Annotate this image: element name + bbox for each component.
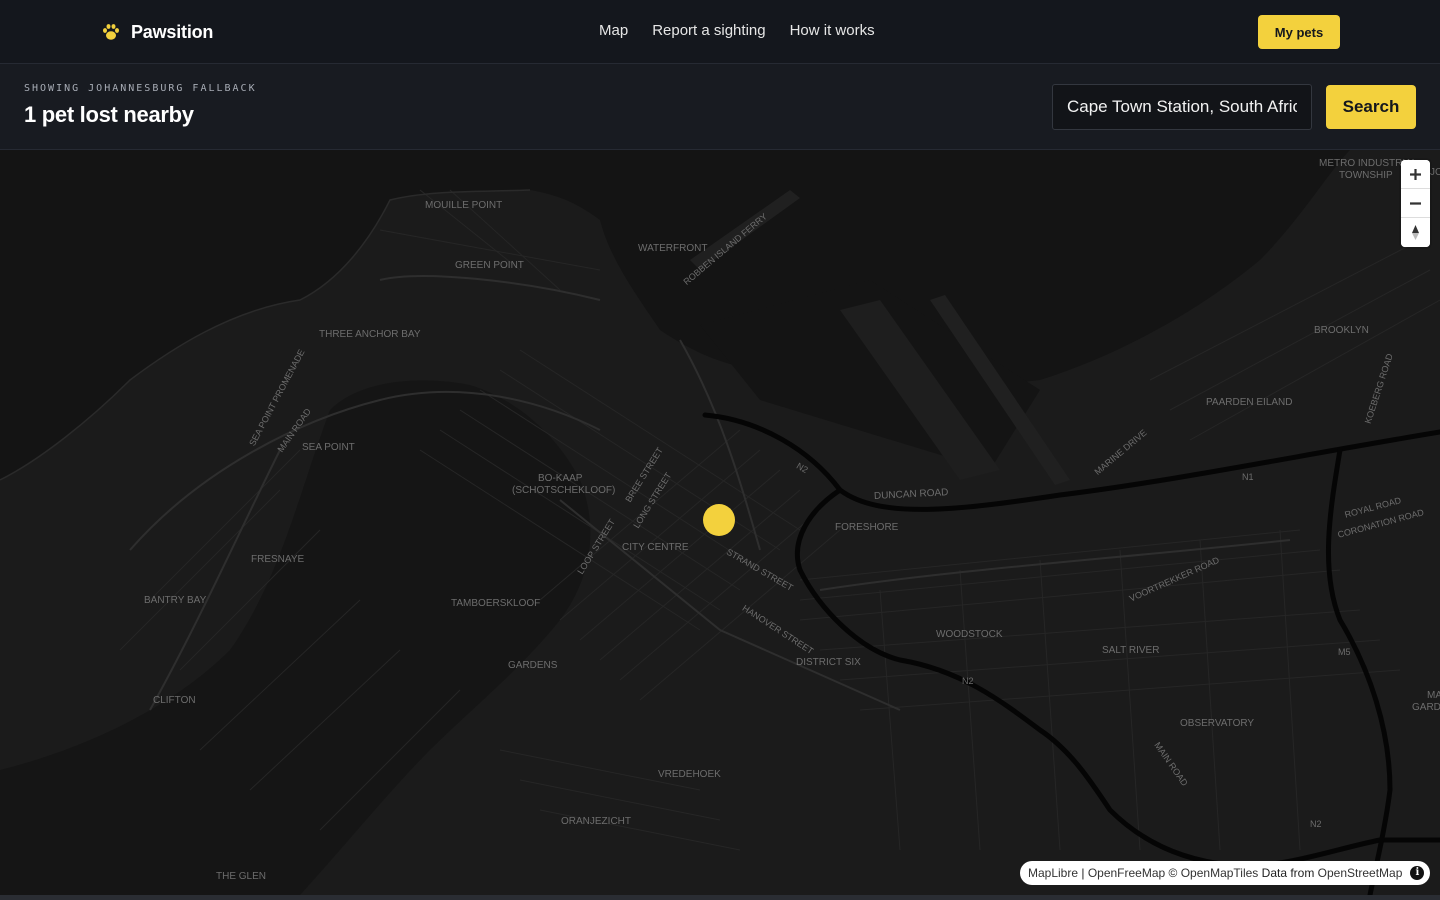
location-search-input[interactable]: [1052, 84, 1312, 130]
reset-bearing-button[interactable]: [1401, 218, 1430, 247]
results-header: SHOWING JOHANNESBURG FALLBACK 1 pet lost…: [0, 64, 1440, 150]
map-label-n2-east: N2: [1310, 819, 1322, 829]
map-label-vredehoek: VREDEHOEK: [658, 769, 721, 780]
attribution-data-from: Data from: [1258, 866, 1318, 880]
compass-icon: [1412, 225, 1419, 240]
map-label-three-anchor-bay: THREE ANCHOR BAY: [319, 329, 421, 340]
map-label-sea-point: SEA POINT: [302, 442, 355, 453]
map-label-observatory: OBSERVATORY: [1180, 718, 1255, 729]
map-label-waterfront: WATERFRONT: [638, 243, 708, 254]
map-label-n1: N1: [1242, 472, 1254, 482]
map-label-brooklyn: BROOKLYN: [1314, 325, 1369, 336]
main-nav: Map Report a sighting How it works: [599, 22, 875, 39]
map-label-clifton: CLIFTON: [153, 695, 196, 706]
paw-icon: [103, 24, 119, 40]
brand-logo-link[interactable]: Pawsition: [101, 20, 213, 44]
lost-pets-count-title: 1 pet lost nearby: [24, 102, 194, 127]
map-label-the-glen: THE GLEN: [216, 871, 267, 882]
map-label-tamboerskloof: TAMBOERSKLOOF: [451, 598, 541, 609]
map-label-city-centre: CITY CENTRE: [622, 542, 689, 553]
map-label-m5: M5: [1338, 647, 1351, 657]
brand-name: Pawsition: [131, 21, 214, 42]
location-fallback-note: SHOWING JOHANNESBURG FALLBACK: [24, 83, 257, 94]
minus-icon: [1410, 202, 1421, 205]
attribution-separator: |: [1078, 866, 1088, 880]
map-attribution: MapLibre | OpenFreeMap © OpenMapTiles Da…: [1020, 861, 1431, 885]
zoom-in-button[interactable]: [1401, 160, 1430, 189]
attribution-link-openfreemap[interactable]: OpenFreeMap: [1088, 866, 1165, 880]
attribution-copyright: ©: [1165, 866, 1181, 880]
map-label-mouille-point: MOUILLE POINT: [425, 200, 503, 211]
map-label-district-six: DISTRICT SIX: [796, 657, 861, 668]
zoom-out-button[interactable]: [1401, 189, 1430, 218]
map-label-bo-kaap: BO-KAAP: [538, 473, 583, 484]
map-label-fresnaye: FRESNAYE: [251, 554, 305, 565]
nav-link-map[interactable]: Map: [599, 22, 628, 39]
map-label-n2-south: N2: [962, 676, 974, 686]
nav-link-report-sighting[interactable]: Report a sighting: [652, 22, 765, 39]
map-label-salt-river: SALT RIVER: [1102, 645, 1160, 656]
map-label-edge-ma: MA: [1427, 690, 1440, 701]
map-canvas[interactable]: MOUILLE POINT GREEN POINT WATERFRONT ROB…: [0, 150, 1440, 895]
map-label-paarden-eiland: PAARDEN EILAND: [1206, 397, 1293, 408]
map-label-foreshore: FORESHORE: [835, 522, 899, 533]
map-label-bantry-bay: BANTRY BAY: [144, 595, 207, 606]
map-label-green-point: GREEN POINT: [455, 260, 524, 271]
attribution-link-openstreetmap[interactable]: OpenStreetMap: [1318, 866, 1403, 880]
info-icon[interactable]: i: [1410, 866, 1425, 880]
plus-icon: [1410, 169, 1421, 180]
lost-pet-marker[interactable]: [703, 504, 735, 536]
attribution-link-openmaptiles[interactable]: OpenMapTiles: [1181, 866, 1259, 880]
bottom-strip: [0, 895, 1440, 900]
attribution-link-maplibre[interactable]: MapLibre: [1028, 866, 1078, 880]
map-label-township: TOWNSHIP: [1339, 170, 1393, 181]
map-label-edge-jc: JC: [1430, 167, 1440, 178]
search-button[interactable]: Search: [1326, 85, 1416, 129]
map-label-oranjezicht: ORANJEZICHT: [561, 816, 631, 827]
map-label-edge-gard: GARD: [1412, 702, 1440, 713]
my-pets-button[interactable]: My pets: [1258, 15, 1340, 49]
map-label-schotschekloof: (SCHOTSCHEKLOOF): [512, 485, 616, 496]
map-label-woodstock: WOODSTOCK: [936, 629, 1003, 640]
map-label-gardens: GARDENS: [508, 660, 558, 671]
nav-link-how-it-works[interactable]: How it works: [790, 22, 875, 39]
map-navigation-control: [1401, 160, 1430, 247]
top-navbar: Pawsition Map Report a sighting How it w…: [0, 0, 1440, 64]
